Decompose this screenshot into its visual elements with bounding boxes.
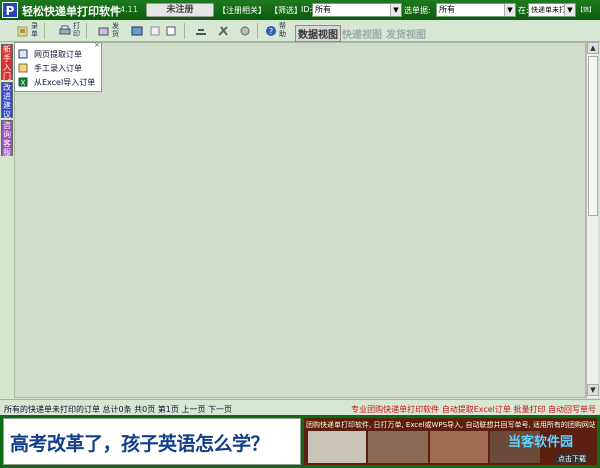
status-promo[interactable]: 专业团购快递单打印软件 自动提取Excel订单 批量打印 自动回写单号 <box>351 404 596 415</box>
edit-icon <box>166 26 176 36</box>
menu-item-manual-entry[interactable]: 手工录入订单 <box>17 61 101 75</box>
vertical-scrollbar[interactable]: ▲ ▼ <box>586 42 599 398</box>
tools-icon <box>218 26 228 36</box>
toolbar-divider <box>44 23 45 39</box>
register-link[interactable]: 【注册相关】 <box>218 5 266 16</box>
manual-entry-icon <box>18 63 28 73</box>
waybill-select[interactable]: 所有 ▼ <box>436 3 516 17</box>
ship-icon <box>98 27 109 36</box>
ad-left-panel[interactable]: 高考改革了，孩子英语怎么学？ <box>3 418 301 465</box>
ad-description: 团购快递单打印软件, 日打万单, Excel或WPS导入, 自动联想并回写单号,… <box>306 421 595 429</box>
help-icon: ? <box>266 26 276 36</box>
id-select-value: 所有 <box>315 5 331 14</box>
status-bar: 所有的快递单未打印的订单 总计0条 共0页 第1页 上一页 下一页 专业团购快递… <box>0 399 600 415</box>
tab-data-view[interactable]: 数据视图 <box>295 25 341 42</box>
ship-label: 发货 <box>112 22 119 38</box>
ad-photo <box>308 431 366 463</box>
settings-icon <box>240 26 250 36</box>
print-label: 打印 <box>73 22 80 38</box>
toolbar: 录单 打印 发货 ? 帮助 数据视图 快递视图 发货视图 <box>0 20 600 42</box>
status-summary: 所有的快递单未打印的订单 总计0条 共0页 第1页 上一页 下一页 <box>4 405 232 414</box>
waybill-label: 选单据: <box>404 6 431 15</box>
waybill-select-value: 所有 <box>439 5 455 14</box>
sidetab-support[interactable]: 咨询客服 <box>1 120 13 157</box>
edit-button[interactable] <box>162 21 180 40</box>
web-icon <box>18 49 28 59</box>
sidetab-suggestion[interactable]: 改进建议 <box>1 82 13 119</box>
toolbar-divider <box>184 23 185 39</box>
print-button[interactable]: 打印 <box>56 21 84 40</box>
filter2-link[interactable]: 【筛】 <box>577 5 595 14</box>
delete-icon <box>150 26 160 36</box>
help-button[interactable]: ? 帮助 <box>262 21 290 40</box>
title-bar: P 轻松快递单打印软件 V 4.11 未注册 【注册相关】 【筛选】 ID: 所… <box>0 0 600 20</box>
print-icon <box>59 25 71 35</box>
id-select[interactable]: 所有 ▼ <box>312 3 402 17</box>
table-icon <box>131 26 143 36</box>
ad-headline: 高考改革了，孩子英语怎么学？ <box>10 433 270 455</box>
tab-express-view[interactable]: 快递视图 <box>342 26 382 41</box>
site-watermark: 当客软件园 <box>508 435 574 450</box>
ship-button[interactable]: 发货 <box>95 21 123 40</box>
chevron-down-icon[interactable]: ▼ <box>504 4 515 16</box>
import-menu: 网页提取订单 手工录入订单 X 从Excel导入订单 <box>14 42 102 92</box>
svg-text:?: ? <box>269 27 273 36</box>
settings-button[interactable] <box>236 21 254 40</box>
scroll-thumb[interactable] <box>588 56 598 216</box>
tab-ship-view[interactable]: 发货视图 <box>386 26 426 41</box>
ad-more-button[interactable]: 点击下载 <box>556 454 588 464</box>
menu-item-web-extract[interactable]: 网页提取订单 <box>17 47 101 61</box>
menu-item-label: 网页提取订单 <box>34 50 82 59</box>
svg-text:X: X <box>21 79 26 87</box>
template-icon <box>196 29 206 35</box>
ad-photo <box>430 431 488 463</box>
app-logo: P <box>2 2 18 18</box>
help-label: 帮助 <box>279 22 286 38</box>
menu-item-label: 手工录入订单 <box>34 64 82 73</box>
scroll-down-icon[interactable]: ▼ <box>587 384 599 396</box>
sidetab-beginner[interactable]: 新手入门 <box>1 44 13 81</box>
toolbar-divider <box>257 23 258 39</box>
print-state-select[interactable]: 快递单未打 ▼ <box>528 3 576 17</box>
record-order-label: 录单 <box>31 22 38 38</box>
template-button[interactable] <box>192 21 210 40</box>
id-label: ID: <box>301 5 313 14</box>
menu-item-excel-import[interactable]: X 从Excel导入订单 <box>17 75 101 89</box>
filter-link[interactable]: 【筛选】 <box>270 5 302 16</box>
excel-icon: X <box>18 77 28 87</box>
record-order-button[interactable]: 录单 <box>14 21 42 40</box>
chevron-down-icon[interactable]: ▼ <box>564 4 575 16</box>
chevron-down-icon[interactable]: ▼ <box>390 4 401 16</box>
close-icon[interactable]: × <box>94 42 101 49</box>
ad-photo <box>368 431 428 463</box>
table-button[interactable] <box>128 21 146 40</box>
menu-item-label: 从Excel导入订单 <box>34 78 96 87</box>
scroll-up-icon[interactable]: ▲ <box>587 42 599 54</box>
record-order-icon <box>17 26 28 37</box>
toolbar-divider <box>86 23 87 39</box>
app-version: V 4.11 <box>112 5 138 14</box>
print-state-select-value: 快递单未打 <box>531 6 566 14</box>
unregistered-button[interactable]: 未注册 <box>146 3 214 17</box>
app-title: 轻松快递单打印软件 <box>22 5 121 18</box>
tools-button[interactable] <box>214 21 232 40</box>
order-list-area[interactable] <box>14 42 586 398</box>
